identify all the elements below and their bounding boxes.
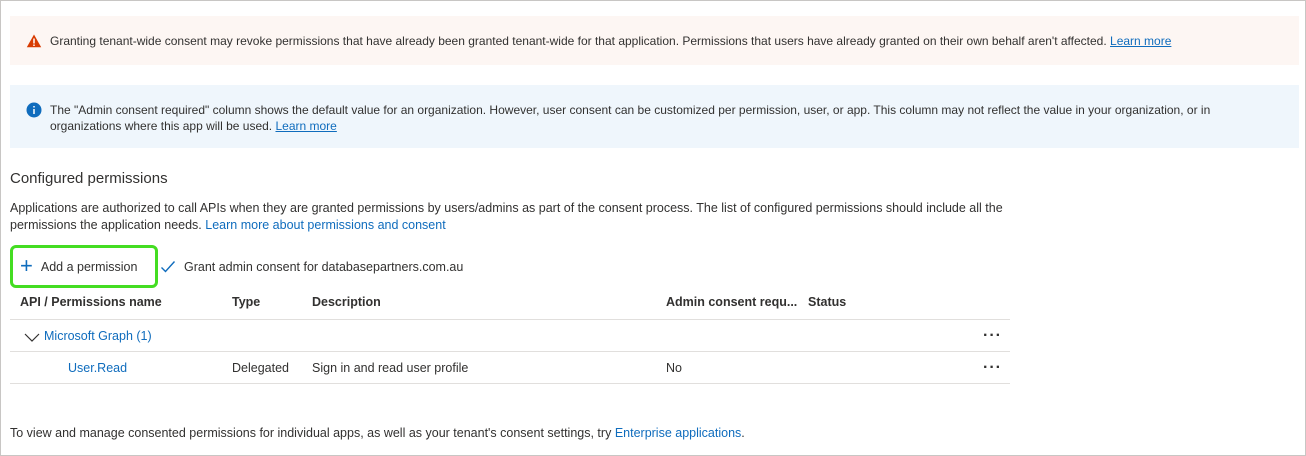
- column-header-type[interactable]: Type: [232, 286, 260, 319]
- section-title: Configured permissions: [10, 170, 168, 187]
- info-icon: [26, 102, 42, 122]
- enterprise-applications-link[interactable]: Enterprise applications: [615, 426, 741, 440]
- grant-admin-consent-button[interactable]: Grant admin consent for databasepartners…: [160, 245, 463, 288]
- info-text: The "Admin consent required" column show…: [50, 103, 1211, 133]
- plus-icon: +: [20, 252, 33, 278]
- checkmark-icon: [161, 260, 176, 273]
- section-description-text: Applications are authorized to call APIs…: [10, 201, 1003, 232]
- column-header-admin-consent[interactable]: Admin consent requ...: [666, 286, 797, 319]
- footer-text: To view and manage consented permissions…: [10, 426, 612, 440]
- permission-link-user-read[interactable]: User.Read: [68, 352, 127, 385]
- permission-type: Delegated: [232, 361, 289, 375]
- warning-learn-more-link[interactable]: Learn more: [1110, 34, 1171, 48]
- permissions-consent-link[interactable]: Learn more about permissions and consent: [205, 218, 445, 232]
- warning-icon: [26, 33, 42, 53]
- add-permission-button[interactable]: + Add a permission: [10, 245, 158, 288]
- section-description: Applications are authorized to call APIs…: [10, 200, 1010, 234]
- table-row: User.Read Delegated Sign in and read use…: [10, 352, 1010, 384]
- column-header-api[interactable]: API / Permissions name: [20, 286, 162, 319]
- info-learn-more-link[interactable]: Learn more: [275, 119, 336, 133]
- group-row-microsoft-graph: Microsoft Graph (1) ···: [10, 320, 1010, 352]
- more-options-icon[interactable]: ···: [983, 352, 1002, 383]
- more-options-icon[interactable]: ···: [983, 320, 1002, 351]
- chevron-down-icon[interactable]: [24, 332, 40, 346]
- footer-suffix: .: [741, 426, 745, 440]
- group-label-microsoft-graph[interactable]: Microsoft Graph (1): [44, 320, 152, 353]
- table-header: API / Permissions name Type Description …: [10, 286, 1010, 320]
- warning-text: Granting tenant-wide consent may revoke …: [50, 34, 1107, 48]
- column-header-description[interactable]: Description: [312, 286, 381, 319]
- permission-admin-consent: No: [666, 361, 682, 375]
- column-header-status[interactable]: Status: [808, 286, 846, 319]
- warning-banner: Granting tenant-wide consent may revoke …: [10, 16, 1299, 65]
- grant-admin-consent-label: Grant admin consent for databasepartners…: [184, 259, 464, 274]
- add-permission-label: Add a permission: [40, 259, 138, 274]
- permission-description: Sign in and read user profile: [312, 361, 469, 375]
- footer-note: To view and manage consented permissions…: [10, 426, 745, 440]
- info-banner: The "Admin consent required" column show…: [10, 85, 1299, 148]
